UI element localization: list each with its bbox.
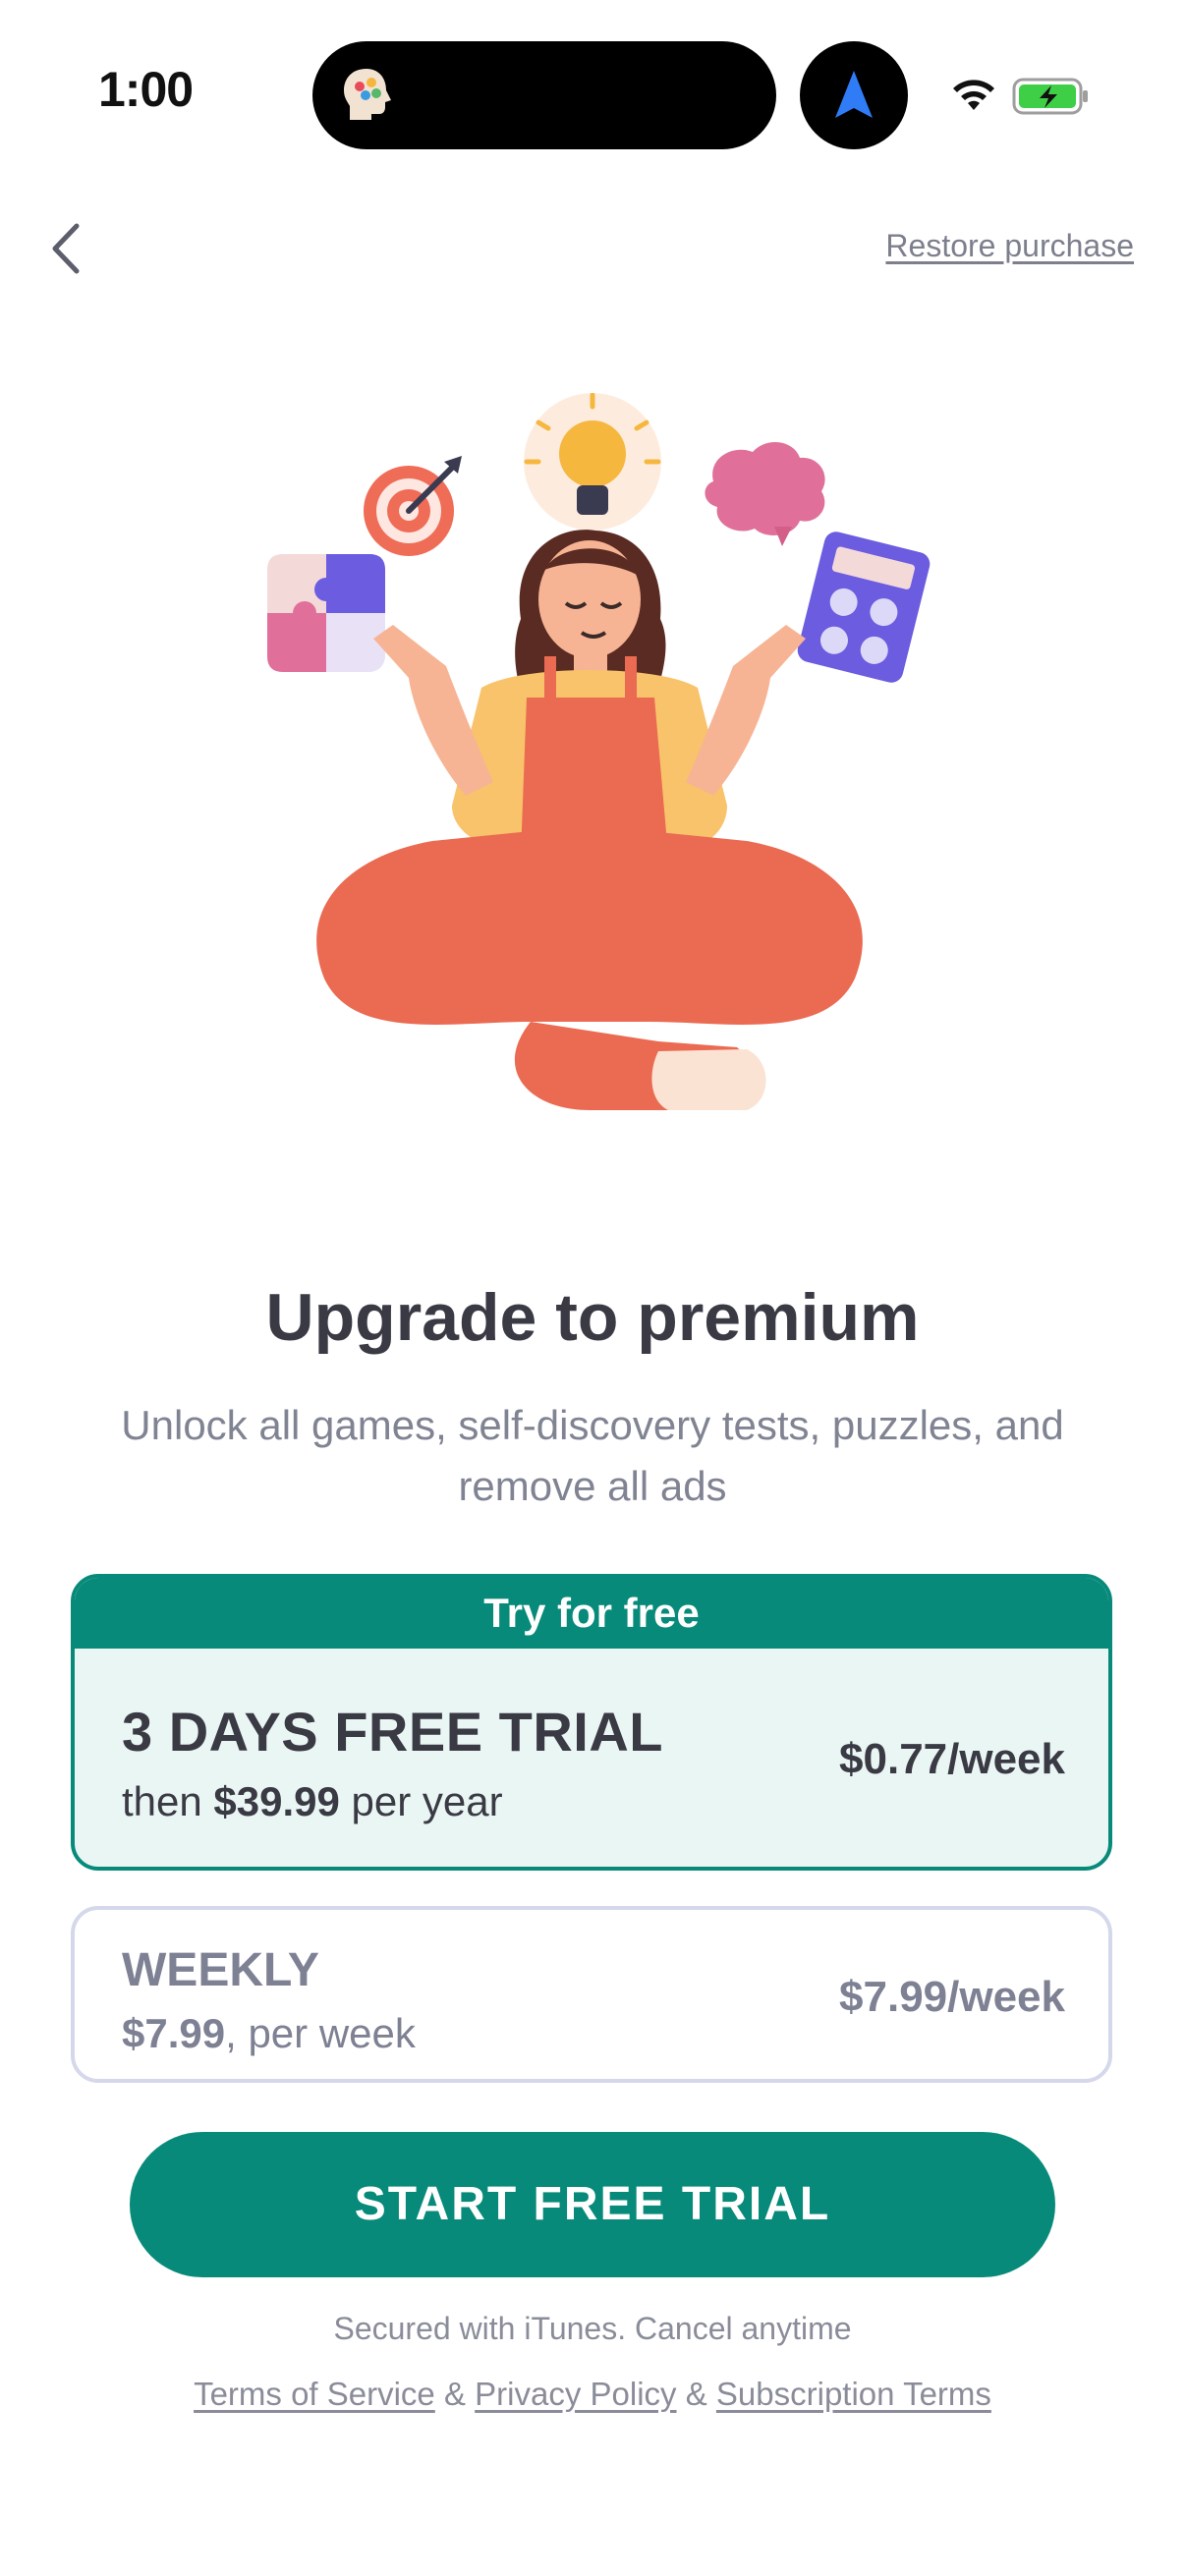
plan-description: $7.99, per week bbox=[122, 2010, 416, 2057]
plan-badge: Try for free bbox=[75, 1578, 1108, 1649]
plan-desc-suffix: per year bbox=[339, 1778, 503, 1824]
meditation-illustration bbox=[267, 393, 931, 1110]
status-time: 1:00 bbox=[98, 62, 194, 117]
plan-price: $0.77/week bbox=[839, 1735, 1065, 1783]
plan-desc-price: $7.99 bbox=[122, 2010, 226, 2056]
plan-option-weekly[interactable]: WEEKLY $7.99, per week $7.99/week bbox=[71, 1906, 1112, 2083]
subscription-terms-link[interactable]: Subscription Terms bbox=[716, 2376, 991, 2412]
woman-figure bbox=[316, 530, 863, 1110]
page-subtitle: Unlock all games, self-discovery tests, … bbox=[121, 1402, 1064, 1509]
links-separator: & bbox=[434, 2376, 476, 2412]
plan-desc-prefix: then bbox=[122, 1778, 214, 1824]
start-free-trial-button[interactable]: START FREE TRIAL bbox=[130, 2132, 1055, 2277]
legal-links: Terms of Service & Privacy Policy & Subs… bbox=[0, 2376, 1185, 2413]
dynamic-island bbox=[312, 41, 776, 149]
terms-of-service-link[interactable]: Terms of Service bbox=[194, 2376, 435, 2412]
chevron-left-icon[interactable] bbox=[39, 218, 98, 279]
lightbulb-icon bbox=[524, 393, 661, 531]
puzzle-icon bbox=[267, 554, 385, 672]
plan-desc-suffix: , per week bbox=[225, 2010, 416, 2056]
plan-name: WEEKLY bbox=[122, 1944, 319, 1996]
location-arrow-icon bbox=[835, 71, 873, 118]
battery-charging-icon bbox=[1012, 78, 1088, 115]
plan-price: $7.99/week bbox=[839, 1973, 1065, 2021]
wifi-icon bbox=[953, 80, 994, 110]
page-title: Upgrade to premium bbox=[265, 1280, 920, 1355]
brain-icon bbox=[705, 441, 825, 546]
plan-option-free-trial[interactable]: Try for free 3 DAYS FREE TRIAL then $39.… bbox=[71, 1574, 1112, 1871]
location-indicator bbox=[800, 41, 908, 149]
privacy-policy-link[interactable]: Privacy Policy bbox=[475, 2376, 676, 2412]
secured-note: Secured with iTunes. Cancel anytime bbox=[333, 2311, 852, 2346]
brain-app-icon bbox=[344, 69, 391, 120]
plan-description: then $39.99 per year bbox=[122, 1778, 503, 1825]
calculator-icon bbox=[797, 532, 931, 683]
restore-purchase-link[interactable]: Restore purchase bbox=[885, 228, 1134, 264]
target-icon bbox=[364, 456, 462, 556]
plan-name: 3 DAYS FREE TRIAL bbox=[122, 1701, 663, 1763]
links-separator: & bbox=[676, 2376, 716, 2412]
plan-desc-price: $39.99 bbox=[213, 1778, 340, 1824]
